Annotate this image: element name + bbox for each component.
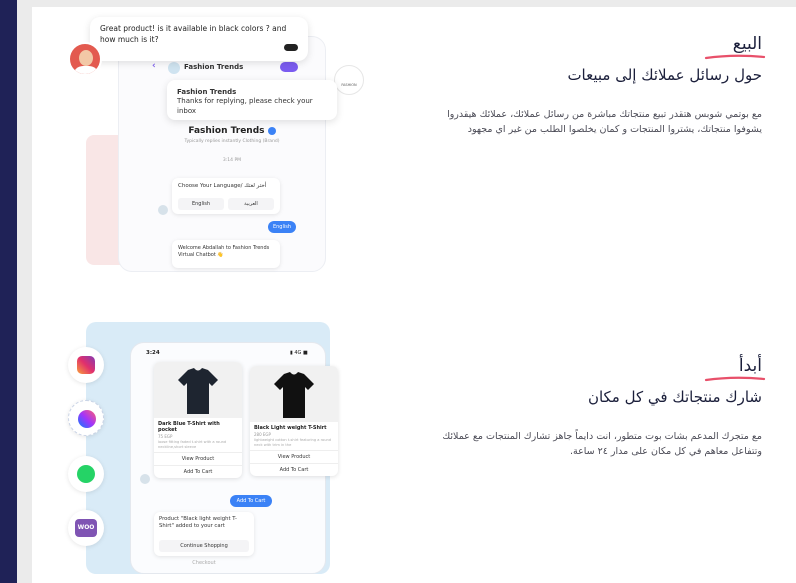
section-headline: حول رسائل عملائك إلى مبيعات — [567, 66, 762, 84]
header-action-pill — [280, 62, 298, 72]
product-title: Dark Blue T-Shirt with pocket — [158, 421, 220, 433]
tshirt-icon — [178, 368, 218, 414]
product-description: loose fitting faded t-shirt with a round… — [158, 440, 227, 449]
chat-header-name: Fashion Trends — [184, 63, 244, 71]
english-reply-pill: English — [268, 221, 296, 233]
english-option-button[interactable]: English — [178, 198, 224, 210]
product-image — [154, 362, 242, 418]
instagram-badge — [68, 347, 104, 383]
section-description: مع متجرك المدعم بشات بوت متطور، انت دايم… — [442, 431, 762, 457]
profile-name: Fashion Trends — [188, 126, 265, 136]
section-sales: البيع حول رسائل عملائك إلى مبيعات مع بوت… — [422, 34, 766, 137]
welcome-message: Welcome Abdallah to Fashion Trends Virtu… — [172, 240, 280, 268]
product-card: Dark Blue T-Shirt with pocket 75 EGP loo… — [154, 362, 242, 479]
chat-time: 3:14 PM — [222, 158, 242, 163]
product-image — [250, 366, 338, 422]
status-time: 3:24 — [146, 350, 160, 356]
view-product-button[interactable]: View Product — [250, 450, 338, 463]
arabic-option-button[interactable]: العربية — [228, 198, 274, 210]
language-card: Choose Your Language/ أختر لغتك English … — [172, 178, 280, 214]
toggle-icon — [284, 44, 298, 51]
messenger-badge — [68, 400, 104, 436]
view-product-button[interactable]: View Product — [154, 452, 242, 465]
product-title: Black Light weight T-Shirt — [254, 425, 327, 431]
status-icons: ▮ 4G ■ — [290, 350, 308, 356]
section-share: أبدأ شارك منتجاتك في كل مكان مع متجرك ال… — [422, 356, 766, 459]
woocommerce-badge: WOO — [68, 510, 104, 546]
customer-message-bubble: Great product! is it available in black … — [90, 17, 308, 61]
reply-name: Fashion Trends — [177, 88, 237, 96]
whatsapp-badge — [68, 456, 104, 492]
underline-swoosh-icon — [704, 376, 766, 382]
section-tag-text: أبدأ — [738, 356, 762, 376]
whatsapp-icon — [77, 465, 95, 483]
cart-confirmation-card: Product "Black light weight T-Shirt" add… — [154, 512, 254, 556]
add-to-cart-button[interactable]: Add To Cart — [154, 465, 242, 478]
section-tag: البيع — [704, 34, 766, 60]
bot-avatar-icon — [158, 205, 168, 215]
underline-swoosh-icon — [704, 54, 766, 60]
section-headline: شارك منتجاتك في كل مكان — [587, 388, 762, 406]
product-description: lightweight cotton t-shirt featuring a r… — [254, 438, 332, 447]
language-question: Choose Your Language/ أختر لغتك — [178, 183, 267, 189]
back-arrow-icon: ‹ — [152, 61, 156, 71]
reply-card: Fashion Trends Thanks for replying, plea… — [167, 80, 337, 120]
checkout-button[interactable]: Checkout — [154, 560, 254, 566]
tshirt-icon — [274, 372, 314, 418]
messenger-icon — [78, 410, 96, 428]
cart-message: Product "Black light weight T-Shirt" add… — [159, 516, 237, 530]
add-to-cart-button[interactable]: Add To Cart — [250, 463, 338, 476]
bot-avatar-icon — [140, 474, 150, 484]
section-tag-text: البيع — [732, 34, 762, 54]
add-to-cart-reply-pill: Add To Cart — [230, 495, 272, 507]
customer-avatar — [68, 42, 102, 76]
left-sidebar-strip — [0, 0, 17, 583]
section-description: مع بوتمي شوبس هتقدر تبيع منتجاتك مباشرة … — [447, 109, 762, 135]
chat-header: ‹ Fashion Trends — [150, 60, 320, 76]
product-card: Black Light weight T-Shirt 280 EGP light… — [250, 366, 338, 477]
continue-shopping-button[interactable]: Continue Shopping — [159, 540, 249, 552]
brand-logo-circle: FASHION — [334, 65, 364, 95]
woocommerce-icon: WOO — [75, 519, 97, 537]
instagram-icon — [77, 356, 95, 374]
profile-title: Fashion Trends — [152, 126, 312, 136]
brand-logo-icon — [168, 62, 180, 74]
section-tag: أبدأ — [704, 356, 766, 382]
reply-text: Thanks for replying, please check your i… — [177, 97, 313, 115]
profile-subtitle: Typically replies instantly Clothing (Br… — [184, 139, 280, 144]
verified-check-icon — [267, 126, 276, 135]
